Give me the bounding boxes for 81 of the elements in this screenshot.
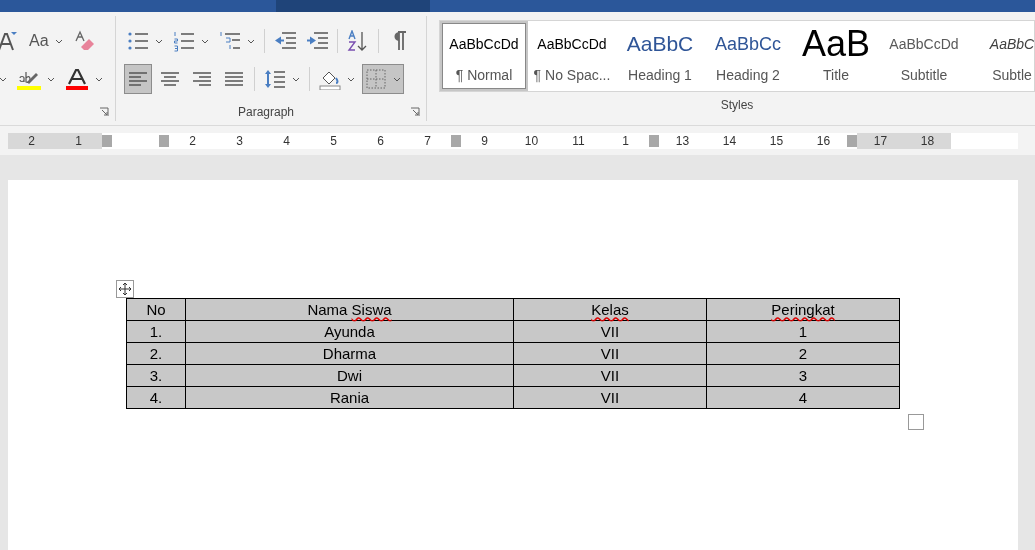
ruler-number: 5 (330, 134, 337, 148)
ruler-number: 13 (675, 134, 690, 148)
group-label: Styles (720, 98, 754, 112)
table-cell: 3 (706, 364, 900, 387)
increase-indent-icon (306, 30, 328, 52)
caret-icon (247, 38, 255, 44)
table-cell: VII (513, 320, 707, 343)
caret-icon (292, 76, 300, 82)
sort-icon (347, 30, 369, 52)
font-grow-icon (0, 30, 19, 52)
style-item[interactable]: AaBbCcDd ¶ Normal (440, 21, 528, 91)
misspelled-word: Siswa (351, 301, 392, 318)
ruler-number: 6 (377, 134, 384, 148)
table-cell: 2. (126, 342, 186, 365)
style-item[interactable]: AaBbC Subtle (968, 21, 1034, 91)
move-handle-icon[interactable] (116, 280, 134, 298)
ruler-marker[interactable] (102, 135, 112, 147)
ruler-number: 3 (236, 134, 243, 148)
misspelled-word: Peringkat (771, 301, 835, 318)
table-cell: VII (513, 364, 707, 387)
numbered-list-icon (173, 30, 195, 52)
ruler-number: 1 (622, 134, 629, 148)
caret-icon (393, 76, 401, 82)
ruler-number: 15 (769, 134, 784, 148)
ruler-number: 10 (524, 134, 539, 148)
dialog-launcher-icon[interactable] (99, 107, 109, 117)
caret-icon (54, 38, 63, 44)
ruler-number: 1 (75, 134, 82, 148)
table-cell: 3. (126, 364, 186, 387)
caret-icon (347, 76, 355, 82)
resize-handle[interactable] (908, 414, 924, 430)
ruler-number: 11 (572, 134, 585, 148)
style-item[interactable]: AaBbCcDd ¶ No Spac... (528, 21, 616, 91)
table-cell: 1. (126, 320, 186, 343)
table-cell: Dwi (185, 364, 514, 387)
style-item[interactable]: AaB Title (792, 21, 880, 91)
ruler-number: 2 (189, 134, 196, 148)
font-color-icon (65, 68, 89, 90)
ruler-number: 18 (920, 134, 935, 148)
multilevel-list-icon (219, 30, 241, 52)
ruler-number: 16 (816, 134, 831, 148)
line-spacing-icon (264, 68, 286, 90)
caret-icon (47, 76, 55, 82)
ruler-number: 14 (722, 134, 737, 148)
caret-icon (95, 76, 103, 82)
borders-icon (365, 68, 387, 90)
ruler-number: 4 (283, 134, 290, 148)
table-cell: VII (513, 342, 707, 365)
ruler-marker[interactable] (159, 135, 169, 147)
table-cell: Dharma (185, 342, 514, 365)
caret-icon (155, 38, 163, 44)
dialog-launcher-icon[interactable] (410, 107, 420, 117)
bullet-list-icon (127, 30, 149, 52)
table-cell: Ayunda (185, 320, 514, 343)
column-header: Nama Siswa (185, 298, 514, 321)
ruler-marker[interactable] (649, 135, 659, 147)
table-cell: 1 (706, 320, 900, 343)
column-header: No (126, 298, 186, 321)
align-left-button[interactable] (124, 64, 152, 94)
ruler-number: 9 (481, 134, 488, 148)
table-cell: Rania (185, 386, 514, 409)
change-case-button[interactable]: Aa (26, 26, 66, 56)
style-item[interactable]: AaBbCc Heading 2 (704, 21, 792, 91)
ruler-number: 7 (424, 134, 431, 148)
eraser-icon (72, 30, 95, 52)
table-cell: 4. (126, 386, 186, 409)
ruler-marker[interactable] (451, 135, 461, 147)
decrease-indent-icon (274, 30, 296, 52)
caret-icon (201, 38, 209, 44)
group-label: Paragraph (238, 105, 295, 119)
ruler-marker[interactable] (847, 135, 857, 147)
table-cell: 4 (706, 386, 900, 409)
ruler-number: 17 (873, 134, 888, 148)
style-item[interactable]: AaBbCcDd Subtitle (880, 21, 968, 91)
caret-icon (0, 76, 7, 82)
style-item[interactable]: AaBbC Heading 1 (616, 21, 704, 91)
table-cell: 2 (706, 342, 900, 365)
misspelled-word: Kelas (591, 301, 629, 318)
ruler[interactable]: 2 1 2 3 4 5 6 7 9 10 11 1 13 14 15 16 17 18 (8, 133, 1018, 149)
ruler-number: 2 (28, 134, 35, 148)
table-cell: VII (513, 386, 707, 409)
